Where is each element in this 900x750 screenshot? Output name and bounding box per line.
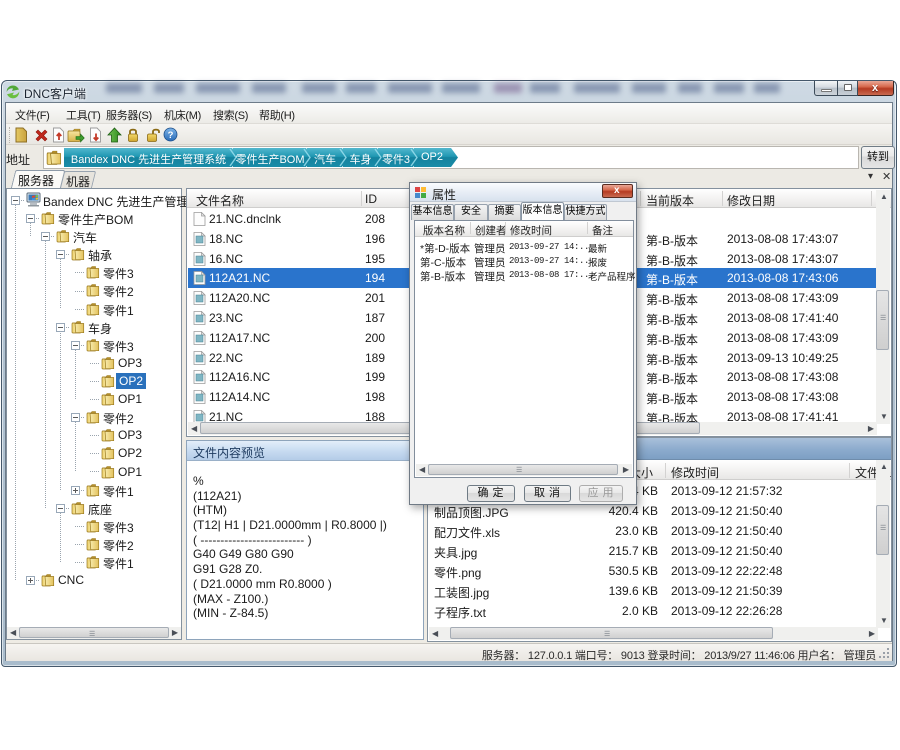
- svg-text:?: ?: [168, 130, 174, 141]
